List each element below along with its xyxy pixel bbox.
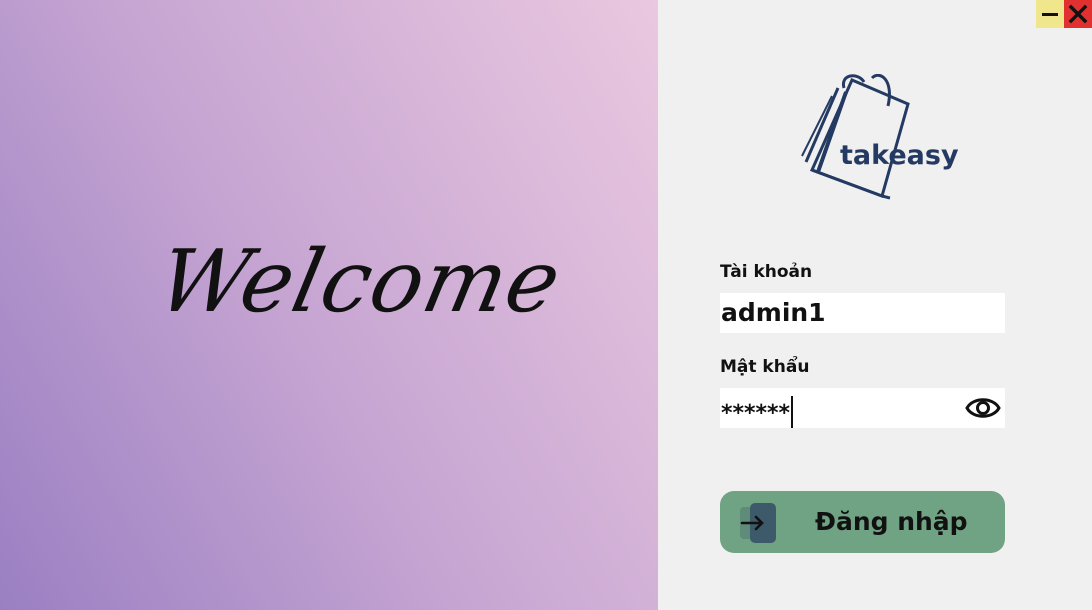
text-caret (791, 396, 794, 428)
password-input[interactable]: ****** (720, 388, 1005, 428)
username-value: admin1 (721, 298, 826, 327)
minimize-button[interactable] (1036, 0, 1064, 28)
close-icon (1068, 4, 1088, 24)
welcome-panel: Welcome (0, 0, 658, 610)
eye-icon (965, 398, 1001, 418)
password-label: Mật khẩu (720, 357, 810, 377)
login-label: Đăng nhập (815, 507, 968, 536)
brand-logo (798, 73, 958, 202)
close-button[interactable] (1064, 0, 1092, 28)
welcome-text: Welcome (149, 232, 570, 332)
login-window: Welcome takeasy Tài khoản admin1 Mật khẩ… (0, 0, 1092, 610)
username-label: Tài khoản (720, 262, 813, 282)
password-value: ****** (721, 396, 794, 428)
username-input[interactable]: admin1 (720, 293, 1005, 333)
shopping-bag-icon (801, 73, 910, 200)
show-password-button[interactable] (965, 394, 1001, 422)
brand-name: takeasy (840, 140, 959, 171)
minimize-icon (1042, 13, 1058, 16)
login-button[interactable]: Đăng nhập (720, 491, 1005, 553)
login-arrow-icon (740, 503, 776, 543)
